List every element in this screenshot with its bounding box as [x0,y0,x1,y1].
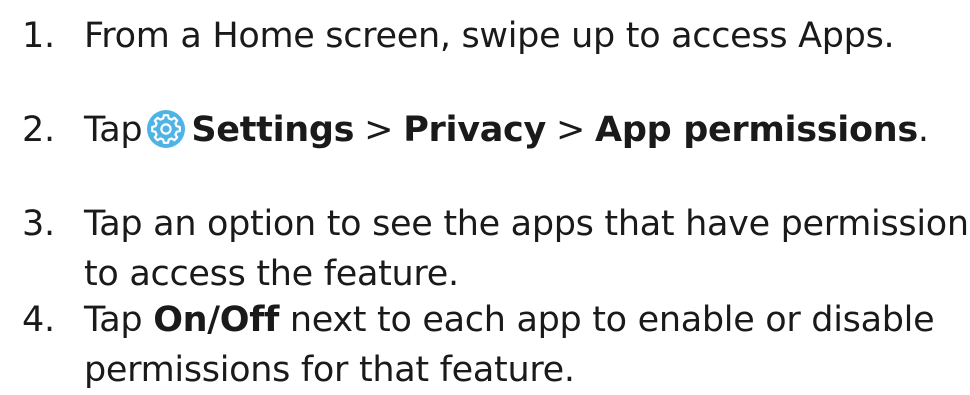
step-number: 3. [22,204,55,244]
step-text-line-1: Tap an option to see the apps that have … [84,204,969,244]
step-number: 2. [22,110,55,150]
tap-word: Tap [84,110,143,150]
breadcrumb-separator: > [364,110,394,150]
settings-gear-icon [146,109,186,149]
step-text-line-1: Tap On/Off next to each app to enable or… [84,295,935,345]
breadcrumb-separator: > [556,110,586,150]
step-number: 4. [22,300,55,340]
step-text-line-2: permissions for that feature. [84,350,575,390]
period: . [917,110,929,150]
settings-label: Settings [191,110,355,150]
step-text: Tap Settings > Privacy > App permissions. [84,105,929,155]
privacy-label: Privacy [403,110,547,150]
step-text-rest: next to each app to enable or disable [289,300,935,340]
app-permissions-label: App permissions [595,110,918,150]
instruction-steps: 1. From a Home screen, swipe up to acces… [0,0,970,395]
step-text: From a Home screen, swipe up to access A… [84,16,895,56]
tap-word: Tap [84,300,143,340]
on-off-label: On/Off [153,300,280,340]
step-text-line-2: to access the feature. [84,254,459,294]
step-number: 1. [22,16,55,56]
